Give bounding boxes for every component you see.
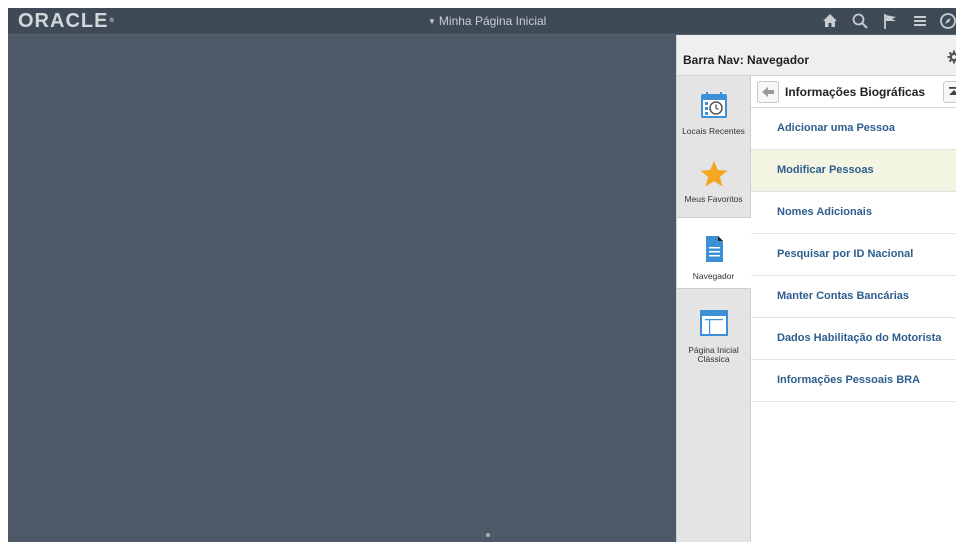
list-item[interactable]: Dados Habilitação do Motorista: [751, 318, 956, 360]
homepage-area: [8, 35, 676, 542]
menu-icon[interactable]: [910, 11, 930, 31]
collapse-button[interactable]: [943, 81, 956, 103]
back-button[interactable]: [757, 81, 779, 103]
tab-recent-places-label: Locais Recentes: [682, 126, 745, 136]
star-icon: [699, 159, 729, 189]
tab-classic-homepage-label: Página Inicial Clássica: [688, 345, 739, 364]
home-icon[interactable]: [820, 11, 840, 31]
list-item-label: Informações Pessoais BRA: [777, 374, 921, 386]
flag-icon[interactable]: [880, 11, 900, 31]
list-item[interactable]: Pesquisar por ID Nacional: [751, 234, 956, 276]
list-item[interactable]: Modificar Pessoas: [751, 150, 956, 192]
oracle-logo: ORACLE®: [18, 10, 115, 32]
nav-bar-header: Barra Nav: Navegador: [677, 35, 956, 76]
navigator-list: Adicionar uma Pessoa Modificar Pessoas N…: [751, 108, 956, 402]
caret-down-icon: ▼: [428, 17, 436, 26]
list-item-label: Manter Contas Bancárias: [777, 290, 910, 302]
recent-calendar-icon: [699, 90, 729, 120]
collapse-top-icon: [949, 87, 956, 95]
gear-icon[interactable]: [947, 50, 956, 64]
list-item[interactable]: Informações Pessoais BRA: [751, 360, 956, 402]
list-item-label: Modificar Pessoas: [777, 164, 874, 176]
tab-my-favorites[interactable]: Meus Favoritos: [677, 146, 750, 216]
nav-bar-tabs: Locais Recentes Meus Favoritos Navegador: [677, 76, 751, 542]
list-item-label: Nomes Adicionais: [777, 206, 872, 218]
page-indicator-dot[interactable]: [486, 533, 490, 537]
list-item-label: Dados Habilitação do Motorista: [777, 332, 942, 344]
document-icon: [699, 234, 729, 264]
search-icon[interactable]: [850, 11, 870, 31]
homepage-title: Minha Página Inicial: [438, 14, 547, 28]
list-item-label: Adicionar uma Pessoa: [777, 122, 895, 134]
nav-bar-title: Barra Nav: Navegador: [683, 53, 810, 67]
folder-title: Informações Biográficas: [785, 85, 926, 99]
navbar-icon[interactable]: [938, 11, 956, 31]
arrow-left-icon: [762, 87, 774, 97]
list-item[interactable]: Adicionar uma Pessoa: [751, 108, 956, 150]
list-item[interactable]: Nomes Adicionais: [751, 192, 956, 234]
classic-homepage-icon: [699, 308, 729, 338]
tab-classic-homepage[interactable]: Página Inicial Clássica: [677, 290, 750, 364]
navigator-content: Informações Biográficas Adicionar uma Pe…: [751, 76, 956, 542]
list-item-label: Pesquisar por ID Nacional: [777, 248, 914, 260]
tab-navigator[interactable]: Navegador: [677, 217, 751, 289]
nav-bar-panel: Barra Nav: Navegador Locais Recentes Meu…: [676, 35, 956, 542]
tab-navigator-label: Navegador: [692, 271, 735, 281]
tab-my-favorites-label: Meus Favoritos: [684, 194, 743, 204]
list-item[interactable]: Manter Contas Bancárias: [751, 276, 956, 318]
tab-recent-places[interactable]: Locais Recentes: [677, 76, 750, 146]
homepage-selector[interactable]: ▼ Minha Página Inicial: [428, 14, 546, 29]
folder-bar: Informações Biográficas: [751, 76, 956, 108]
top-banner: ORACLE® ▼ Minha Página Inicial: [8, 8, 956, 35]
